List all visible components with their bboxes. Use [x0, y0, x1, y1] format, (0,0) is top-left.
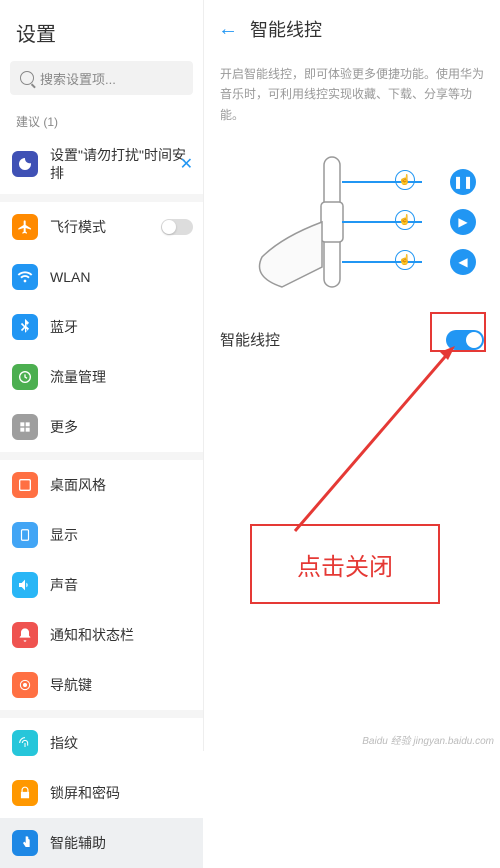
pause-icon: ❚❚: [450, 169, 476, 195]
desktop-icon: [12, 472, 38, 498]
sidebar-item-label: 通知和状态栏: [50, 625, 134, 645]
settings-sidebar: 设置 搜索设置项... 建议 (1) 设置"请勿打扰"时间安排 ✕ 飞行模式 W…: [0, 0, 204, 751]
sidebar-item-fingerprint[interactable]: 指纹: [0, 718, 203, 768]
sidebar-item-label: 显示: [50, 525, 78, 545]
sidebar-item-label: 蓝牙: [50, 317, 78, 337]
page-title: 设置: [0, 0, 203, 61]
data-icon: [12, 364, 38, 390]
detail-header: ← 智能线控: [204, 0, 500, 56]
detail-title: 智能线控: [250, 16, 322, 42]
search-input[interactable]: 搜索设置项...: [10, 61, 193, 95]
close-icon[interactable]: ✕: [180, 154, 193, 174]
illustration: ☝ ☝ ☝ ❚❚ ▶ ◀: [220, 147, 484, 297]
sidebar-item-label: 流量管理: [50, 367, 106, 387]
sidebar-item-data[interactable]: 流量管理: [0, 352, 203, 402]
sidebar-item-navkeys[interactable]: 导航键: [0, 660, 203, 710]
sidebar-item-airplane[interactable]: 飞行模式: [0, 202, 203, 252]
sidebar-item-label: 导航键: [50, 675, 92, 695]
sidebar-item-lock[interactable]: 锁屏和密码: [0, 768, 203, 818]
play-icon: ▶: [450, 209, 476, 235]
annotation-arrow: [260, 346, 460, 546]
sidebar-item-more[interactable]: 更多: [0, 402, 203, 452]
nav-icon: [12, 672, 38, 698]
sound-icon: [12, 572, 38, 598]
search-placeholder: 搜索设置项...: [40, 69, 116, 88]
bluetooth-icon: [12, 314, 38, 340]
annotation-text: 点击关闭: [297, 547, 393, 582]
annotation-text-box: 点击关闭: [250, 524, 440, 604]
detail-description: 开启智能线控，即可体验更多便捷功能。使用华为音乐时，可利用线控实现收藏、下载、分…: [204, 56, 500, 137]
suggestion-dnd[interactable]: 设置"请勿打扰"时间安排 ✕: [0, 134, 203, 194]
back-icon[interactable]: ←: [218, 18, 238, 41]
fingerprint-icon: [12, 730, 38, 756]
sidebar-item-notifications[interactable]: 通知和状态栏: [0, 610, 203, 660]
sidebar-item-label: WLAN: [50, 269, 90, 285]
sidebar-item-bluetooth[interactable]: 蓝牙: [0, 302, 203, 352]
wifi-icon: [12, 264, 38, 290]
sidebar-item-sound[interactable]: 声音: [0, 560, 203, 610]
suggestions-header: 建议 (1): [0, 107, 203, 134]
separator: [0, 710, 203, 718]
suggestion-label: 设置"请勿打扰"时间安排: [50, 146, 189, 182]
sidebar-item-display[interactable]: 显示: [0, 510, 203, 560]
prev-icon: ◀: [450, 249, 476, 275]
sidebar-item-desktop[interactable]: 桌面风格: [0, 460, 203, 510]
sidebar-item-label: 飞行模式: [50, 217, 106, 237]
lock-icon: [12, 780, 38, 806]
sidebar-item-smart-assist[interactable]: 智能辅助: [0, 818, 203, 868]
sidebar-item-wlan[interactable]: WLAN: [0, 252, 203, 302]
airplane-icon: [12, 214, 38, 240]
sidebar-item-label: 声音: [50, 575, 78, 595]
hand-icon: [12, 830, 38, 856]
airplane-toggle[interactable]: [161, 219, 193, 235]
sidebar-item-label: 更多: [50, 417, 78, 437]
moon-icon: [12, 151, 38, 177]
more-icon: [12, 414, 38, 440]
bell-icon: [12, 622, 38, 648]
sidebar-item-label: 锁屏和密码: [50, 783, 120, 803]
sidebar-item-label: 指纹: [50, 733, 78, 753]
separator: [0, 452, 203, 460]
sidebar-item-label: 桌面风格: [50, 475, 106, 495]
sidebar-item-label: 智能辅助: [50, 833, 106, 853]
display-icon: [12, 522, 38, 548]
search-icon: [20, 71, 34, 85]
separator: [0, 194, 203, 202]
watermark: Baidu 经验 jingyan.baidu.com: [362, 732, 494, 747]
